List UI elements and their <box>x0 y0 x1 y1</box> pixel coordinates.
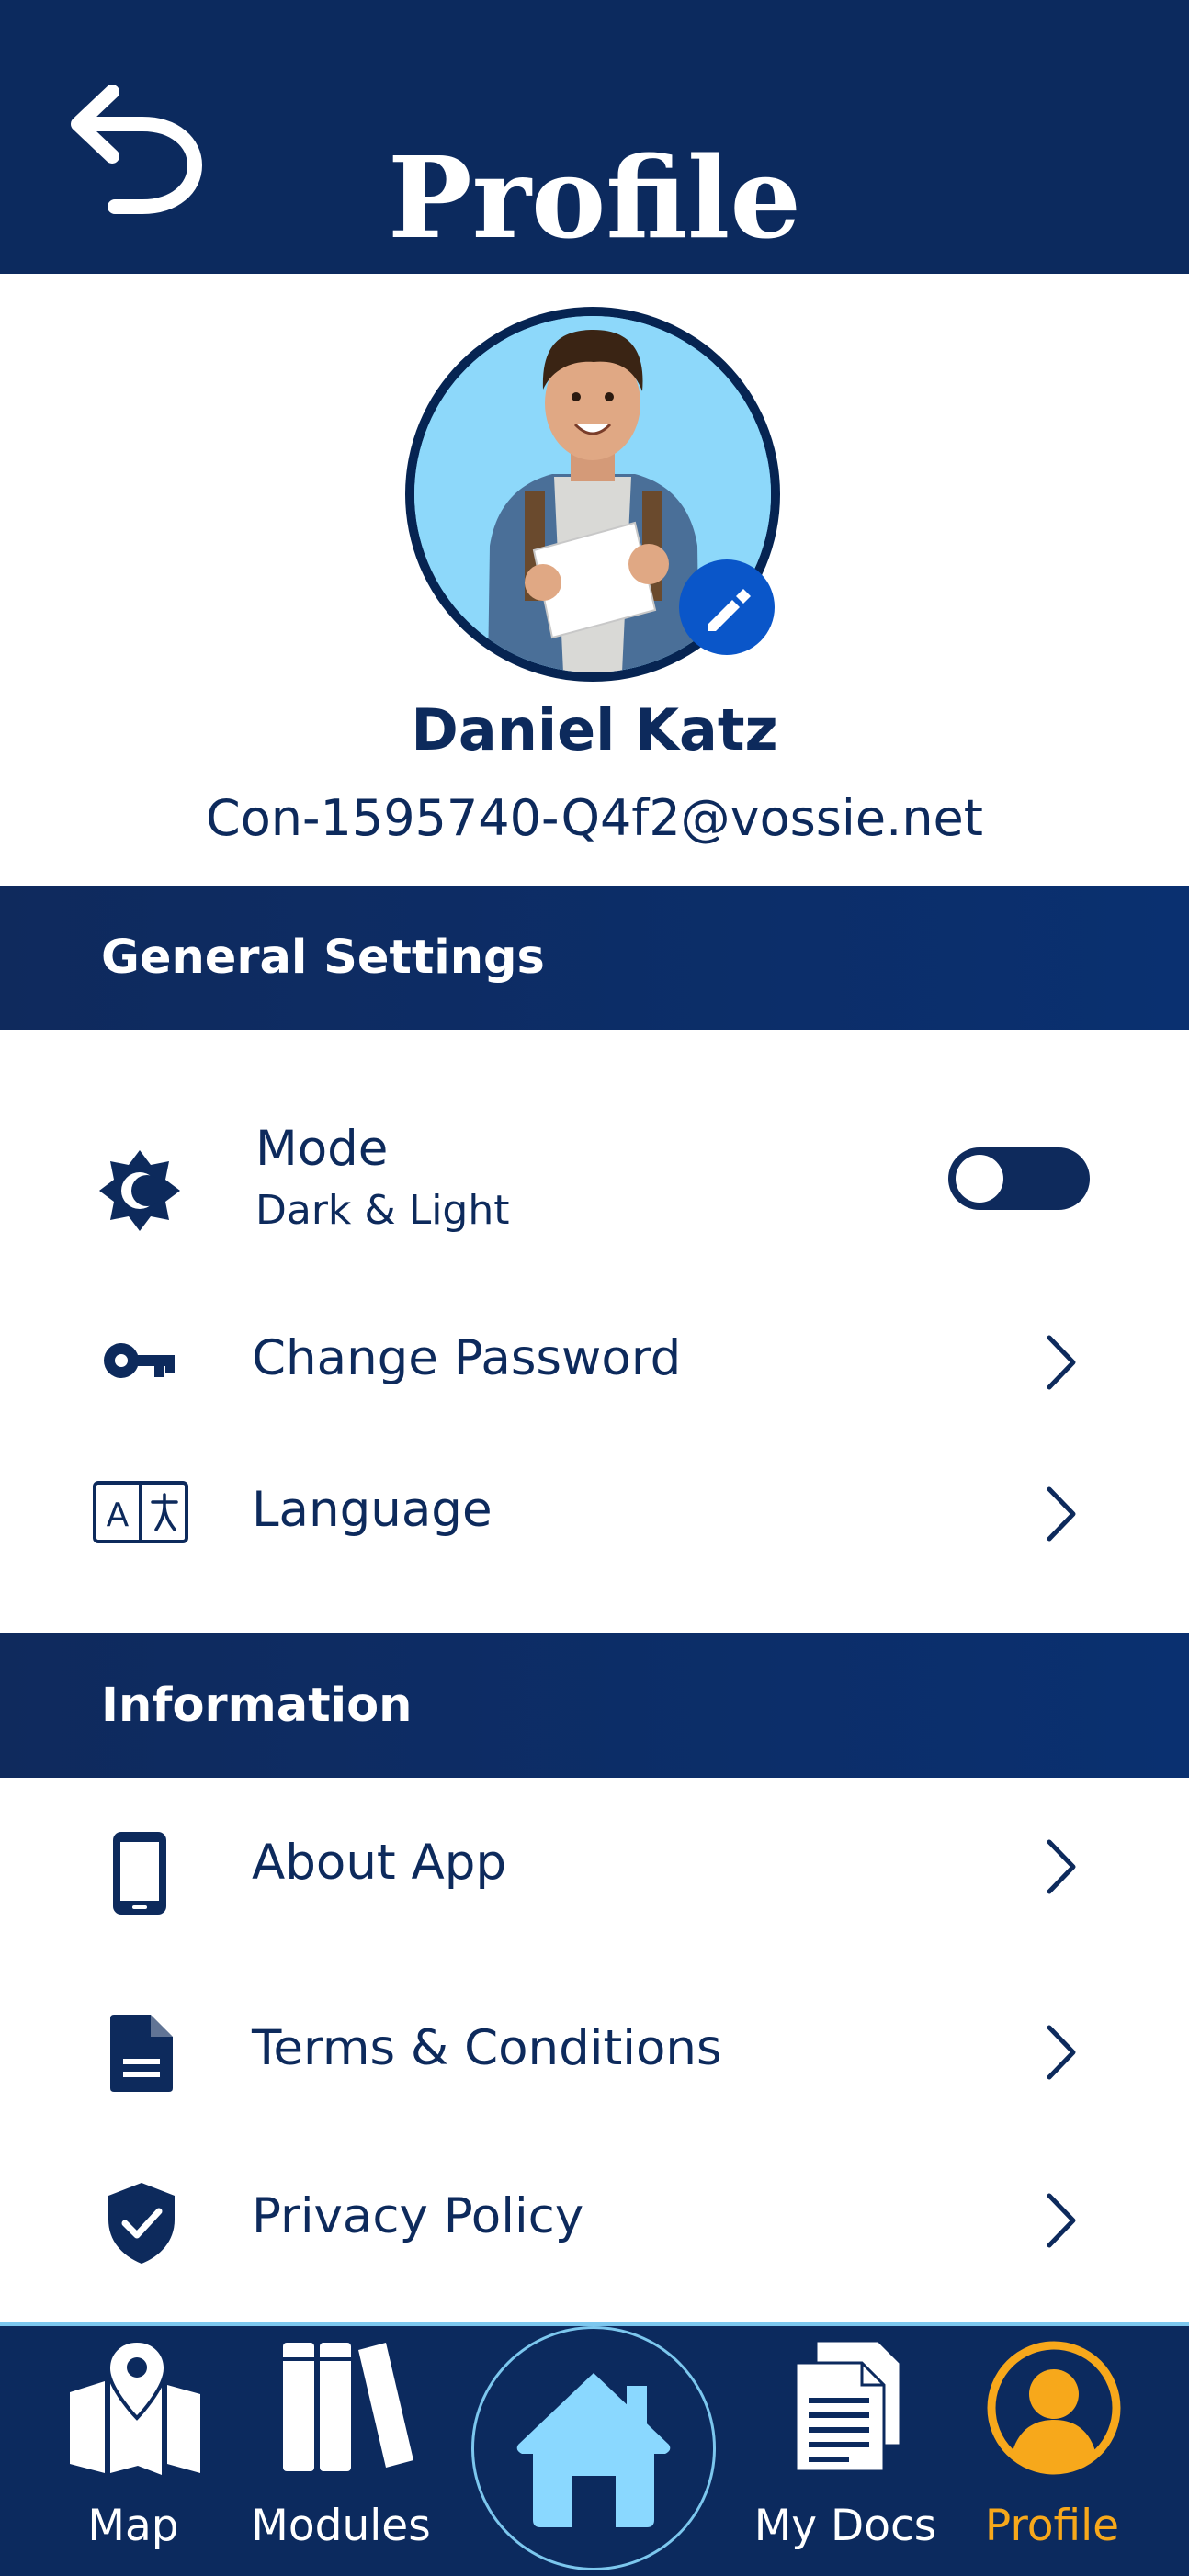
info-row-terms-conditions[interactable]: Terms & Conditions <box>0 2000 1189 2110</box>
about-app-label: About App <box>252 1835 507 1891</box>
toggle-knob <box>956 1155 1003 1203</box>
svg-text:A: A <box>107 1497 130 1534</box>
user-circle-icon <box>987 2341 1121 2475</box>
language-label: Language <box>252 1482 493 1538</box>
page-title: Profile <box>387 131 802 264</box>
chevron-right-icon <box>1047 2025 1076 2080</box>
change-password-label: Change Password <box>252 1330 682 1386</box>
books-icon <box>283 2343 413 2471</box>
mode-label: Mode <box>255 1121 389 1177</box>
documents-icon <box>794 2339 902 2473</box>
mode-sublabel: Dark & Light <box>255 1187 510 1234</box>
smartphone-icon <box>110 1829 169 1921</box>
nav-modules-label: Modules <box>251 2501 431 2551</box>
nav-map-label: Map <box>87 2501 179 2551</box>
section-title: Information <box>101 1678 413 1733</box>
settings-row-change-password[interactable]: Change Password <box>0 1305 1189 1415</box>
brightness-icon <box>92 1143 187 1242</box>
nav-profile-label: Profile <box>984 2501 1120 2551</box>
top-app-bar: Profile <box>0 0 1189 274</box>
user-name: Daniel Katz <box>411 696 778 763</box>
mode-toggle[interactable] <box>948 1147 1090 1210</box>
nav-my-docs-label: My Docs <box>753 2501 937 2551</box>
nav-profile[interactable]: Profile <box>965 2326 1139 2576</box>
shield-check-icon <box>107 2181 176 2269</box>
section-title: General Settings <box>101 931 545 985</box>
section-header-information: Information <box>0 1633 1189 1778</box>
chevron-right-icon <box>1047 2193 1076 2248</box>
chevron-right-icon <box>1047 1486 1076 1542</box>
nav-modules[interactable]: Modules <box>246 2326 436 2576</box>
pencil-icon <box>708 589 751 631</box>
chevron-right-icon <box>1047 1839 1076 1894</box>
nav-my-docs[interactable]: My Docs <box>753 2326 937 2576</box>
nav-home-button[interactable] <box>471 2326 716 2570</box>
edit-avatar-button[interactable] <box>679 559 775 655</box>
user-email: Con-1595740-Q4f2@vossie.net <box>206 789 983 847</box>
key-icon <box>103 1338 176 1387</box>
chevron-right-icon <box>1047 1335 1076 1390</box>
info-row-about-app[interactable]: About App <box>0 1814 1189 1925</box>
document-icon <box>108 2013 175 2097</box>
privacy-label: Privacy Policy <box>252 2188 584 2244</box>
nav-map[interactable]: Map <box>46 2326 221 2576</box>
section-header-general-settings: General Settings <box>0 886 1189 1030</box>
home-icon <box>516 2373 671 2527</box>
map-icon <box>70 2338 200 2475</box>
info-row-privacy-policy[interactable]: Privacy Policy <box>0 2168 1189 2278</box>
terms-label: Terms & Conditions <box>252 2020 722 2076</box>
settings-row-language[interactable]: A Language <box>0 1456 1189 1566</box>
translate-icon: A <box>92 1480 189 1548</box>
